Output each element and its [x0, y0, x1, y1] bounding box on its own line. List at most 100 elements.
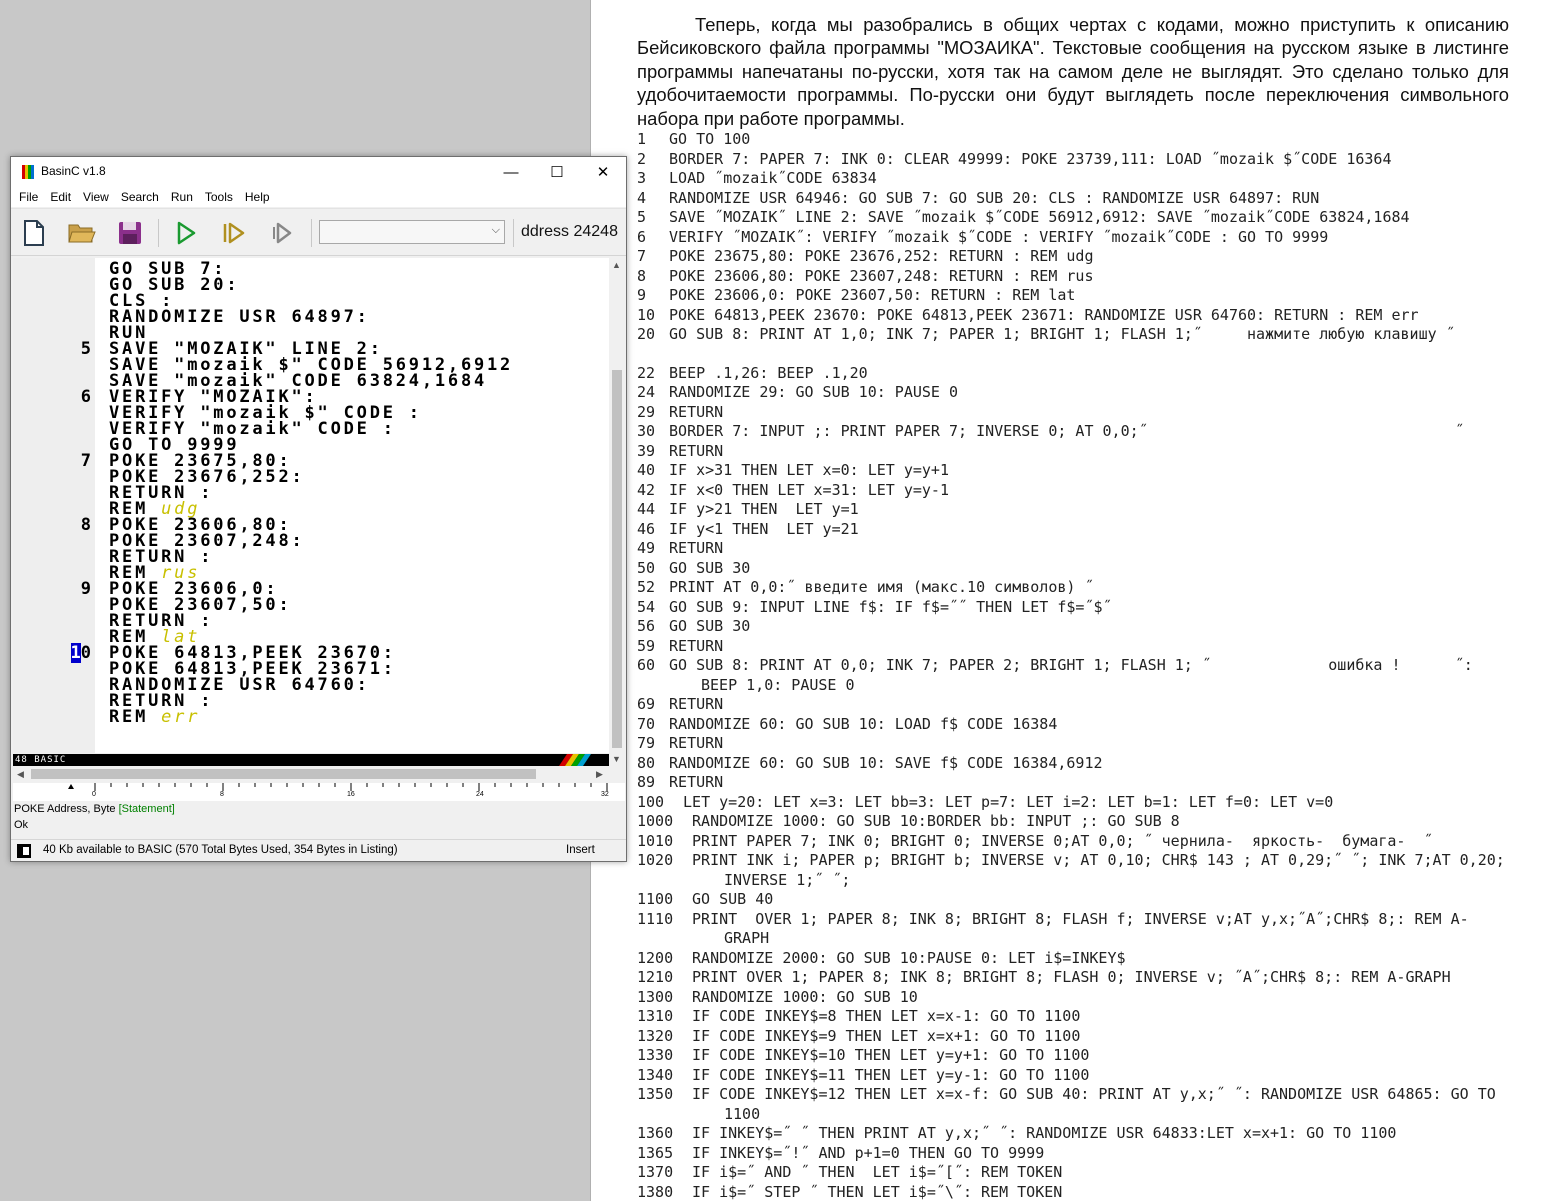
listing-line-text: POKE 23675,80: POKE 23676,252: RETURN : …	[660, 247, 1094, 265]
code-line[interactable]: 8 POKE 23606,80:	[13, 517, 609, 534]
listing-line-text: RANDOMIZE 60: GO SUB 10: SAVE f$ CODE 16…	[660, 753, 1103, 772]
listing-line-number: 4	[637, 188, 647, 207]
rem-comment: err	[161, 707, 201, 727]
toolbar-dropdown[interactable]: ⌵	[319, 220, 505, 244]
listing-line-text: RANDOMIZE 60: GO SUB 10: LOAD f$ CODE 16…	[660, 714, 1058, 733]
code-line[interactable]: POKE 23607,50:	[13, 597, 609, 614]
listing-line: 69 RETURN	[637, 695, 1509, 715]
listing-line-number: 40	[637, 461, 656, 479]
close-button[interactable]: ✕	[580, 157, 626, 187]
listing-line-text: PRINT PAPER 7; INK 0; BRIGHT 0; INVERSE …	[683, 831, 1433, 850]
basinc-window[interactable]: BasinC v1.8 — ☐ ✕ File Edit View Search …	[10, 156, 627, 862]
menu-tools[interactable]: Tools	[199, 190, 239, 204]
code-line[interactable]: RETURN :	[13, 485, 609, 502]
horizontal-scrollbar[interactable]: ◀ ▶	[13, 766, 609, 782]
ruler-label: 24	[476, 791, 484, 798]
listing-line: 44 IF y>21 THEN LET y=1	[637, 500, 1509, 520]
listing-line-text: IF x>31 THEN LET x=0: LET y=y+1	[660, 461, 949, 479]
insert-mode-indicator: Insert	[566, 844, 595, 856]
listing-line-number: 20	[637, 325, 656, 343]
code-line-number: 7	[80, 451, 91, 471]
open-file-button[interactable]	[67, 218, 97, 248]
listing-line: 54 GO SUB 9: INPUT LINE f$: IF f$=˝˝ THE…	[637, 598, 1509, 618]
listing-line-text: PRINT INK i; PAPER p; BRIGHT b; INVERSE …	[683, 851, 1514, 889]
step-play-icon	[223, 222, 245, 244]
listing-line: 39 RETURN	[637, 442, 1509, 462]
menu-help[interactable]: Help	[239, 190, 276, 204]
code-line[interactable]: RETURN :	[13, 613, 609, 630]
listing-line: 89 RETURN	[637, 773, 1509, 793]
code-line[interactable]: REM err	[13, 707, 609, 727]
run-button[interactable]	[171, 218, 201, 248]
code-line[interactable]: 7 POKE 23675,80:	[13, 451, 609, 471]
code-line[interactable]: VERIFY "mozaik" CODE :	[13, 421, 609, 438]
menu-search[interactable]: Search	[115, 190, 165, 204]
code-line[interactable]: POKE 23607,248:	[13, 533, 609, 550]
listing-line-text: GO SUB 30	[660, 558, 751, 577]
vertical-scroll-thumb[interactable]	[612, 370, 622, 748]
listing-line-text: IF y>21 THEN LET y=1	[660, 500, 859, 518]
new-file-button[interactable]	[19, 218, 49, 248]
horizontal-scroll-thumb[interactable]	[31, 769, 536, 779]
code-line[interactable]: POKE 23676,252:	[13, 469, 609, 486]
listing-line-number: 69	[637, 695, 656, 713]
save-file-button[interactable]	[115, 218, 145, 248]
listing-line: 52 PRINT AT 0,0:˝ введите имя (макс.10 с…	[637, 578, 1509, 598]
code-line[interactable]: REM rus	[13, 565, 609, 582]
code-line-number: 10	[70, 643, 91, 663]
code-editor[interactable]: GO SUB 7: GO SUB 20: CLS : RANDOMIZE USR 64…	[13, 258, 609, 753]
code-line[interactable]: GO TO 9999	[13, 437, 609, 454]
menu-edit[interactable]: Edit	[44, 190, 77, 204]
listing-line: 1200 RANDOMIZE 2000: GO SUB 10:PAUSE 0: …	[637, 949, 1509, 969]
listing-line-number: 79	[637, 734, 656, 752]
listing-line: 1210 PRINT OVER 1; PAPER 8; INK 8; BRIGH…	[637, 968, 1509, 988]
code-line[interactable]: RANDOMIZE USR 64760:	[13, 677, 609, 694]
listing-line-number: 46	[637, 519, 656, 538]
code-line[interactable]: RETURN :	[13, 693, 609, 710]
listing-line: 1370 IF i$=˝ AND ˝ THEN LET i$=˝[˝: REM …	[637, 1163, 1509, 1183]
ruler-ticks	[68, 783, 608, 791]
code-line[interactable]: GO SUB 7:	[13, 261, 609, 278]
code-line[interactable]: RANDOMIZE USR 64897:	[13, 309, 609, 326]
listing-line: 5 SAVE ˝MOZAIK˝ LINE 2: SAVE ˝mozaik $˝C…	[637, 208, 1509, 228]
listing-line-number: 1020	[637, 851, 674, 869]
step-run-button[interactable]	[219, 218, 249, 248]
listing-line: 1100 GO SUB 40	[637, 890, 1509, 910]
listing-line: 10 POKE 64813,PEEK 23670: POKE 64813,PEE…	[637, 306, 1509, 326]
listing-line-text: IF CODE INKEY$=10 THEN LET y=y+1: GO TO …	[683, 1046, 1090, 1064]
window-title: BasinC v1.8	[41, 164, 106, 178]
ruler-label: 8	[220, 791, 224, 798]
code-line[interactable]: GO SUB 20:	[13, 277, 609, 294]
scroll-right-icon[interactable]: ▶	[596, 769, 603, 780]
code-line[interactable]: REM udg	[13, 501, 609, 518]
scroll-up-icon[interactable]: ▲	[612, 260, 621, 270]
menu-file[interactable]: File	[13, 190, 44, 204]
listing-line-number: 1100	[637, 890, 674, 908]
scroll-left-icon[interactable]: ◀	[17, 769, 24, 780]
vertical-scrollbar[interactable]: ▲ ▼	[609, 258, 625, 768]
chevron-down-icon: ⌵	[491, 224, 500, 236]
maximize-button[interactable]: ☐	[534, 157, 580, 187]
listing-line-text: BORDER 7: INPUT ;: PRINT PAPER 7; INVERS…	[660, 422, 1464, 440]
trace-button[interactable]	[267, 218, 297, 248]
ruler-label: 32	[601, 791, 609, 798]
menu-run[interactable]: Run	[165, 190, 199, 204]
code-line[interactable]: 9 POKE 23606,0:	[13, 581, 609, 598]
scroll-down-icon[interactable]: ▼	[612, 754, 621, 764]
listing-line-text: RANDOMIZE 29: GO SUB 10: PAUSE 0	[660, 383, 959, 401]
trace-icon	[273, 222, 292, 244]
listing-line-text: IF CODE INKEY$=9 THEN LET x=x+1: GO TO 1…	[683, 1026, 1081, 1045]
listing-line-text: LET y=20: LET x=3: LET bb=3: LET p=7: LE…	[674, 792, 1334, 811]
listing-line-text: RETURN	[660, 441, 724, 460]
listing-line-number: 59	[637, 636, 656, 655]
listing-line: 56 GO SUB 30	[637, 617, 1509, 637]
listing-line-number: 30	[637, 422, 656, 440]
editor-cursor: 1	[70, 643, 81, 663]
minimize-button[interactable]: —	[488, 157, 534, 187]
title-bar[interactable]: BasinC v1.8 — ☐ ✕	[11, 157, 626, 187]
listing-line: 3 LOAD ˝mozaik˝CODE 63834	[637, 169, 1509, 189]
document-page: Теперь, когда мы разобрались в общих чер…	[590, 0, 1548, 1201]
listing-line: 1000 RANDOMIZE 1000: GO SUB 10:BORDER bb…	[637, 812, 1509, 832]
menu-view[interactable]: View	[77, 190, 115, 204]
code-line[interactable]: RETURN :	[13, 549, 609, 566]
